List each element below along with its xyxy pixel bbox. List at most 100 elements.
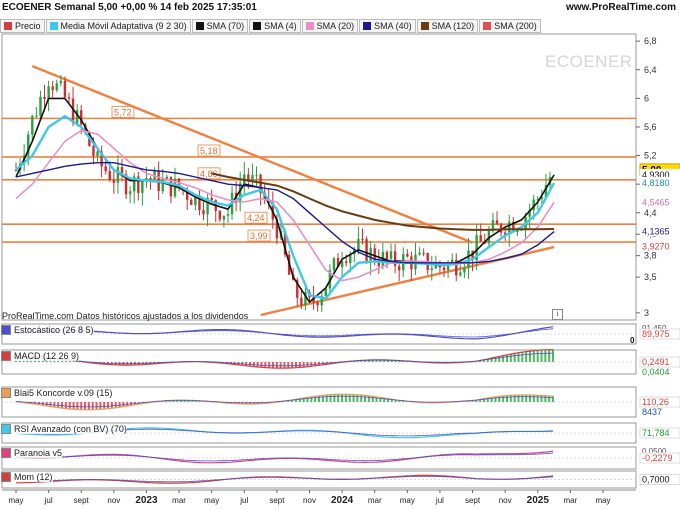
indicator-bar: [95, 402, 98, 410]
indicator-bar: [509, 354, 512, 362]
indicator-swatch: [1, 388, 11, 398]
indicator-bar: [337, 394, 340, 402]
indicator-label[interactable]: Blai5 Koncorde v.09 (15): [1, 388, 113, 398]
indicator-label[interactable]: MACD (12 26 9): [1, 351, 80, 361]
price-tag: 4,1365: [642, 227, 670, 237]
candle-body: [92, 146, 95, 156]
indicator-swatch: [1, 472, 11, 482]
indicator-bar: [344, 394, 347, 402]
indicator-bar: [57, 402, 60, 408]
candle-body: [332, 258, 336, 271]
level-label: 5,18: [200, 146, 218, 156]
indicator-bar: [528, 395, 531, 402]
indicator-bar: [314, 396, 317, 402]
indicator-name: Blai5 Koncorde v.09 (15): [14, 388, 113, 398]
indicator-bar: [271, 362, 274, 368]
candle-body: [422, 252, 425, 254]
indicator-bar: [333, 394, 336, 402]
indicator-bar: [325, 394, 328, 402]
price-tick-label: 5,6: [644, 122, 657, 132]
indicator-bar: [291, 362, 294, 368]
candle-body: [226, 214, 230, 216]
candle-body: [463, 267, 466, 273]
indicator-bar: [525, 351, 528, 362]
indicator-swatch: [1, 424, 11, 434]
indicator-bar: [502, 395, 505, 402]
indicator-bar: [110, 402, 113, 409]
indicator-bar: [532, 350, 535, 362]
indicator-label[interactable]: Paranoia v5: [1, 448, 63, 458]
indicator-bar: [367, 395, 370, 402]
candle-body: [31, 115, 34, 135]
indicator-label[interactable]: Mom (12): [1, 472, 53, 482]
candle-body: [344, 261, 348, 263]
indicator-bar: [502, 355, 505, 362]
candle-body: [385, 251, 389, 259]
price-tag: 4,8180: [642, 178, 670, 188]
indicator-bar: [295, 362, 298, 368]
indicator-bar: [521, 394, 524, 402]
candle-body: [67, 97, 71, 99]
indicator-bar: [61, 402, 64, 409]
candle-body: [35, 115, 38, 117]
indicator-name: Estocástico (26 8 5): [14, 325, 94, 335]
candle-body: [418, 252, 421, 255]
time-tick-label: jul: [44, 496, 53, 505]
candle-body: [202, 210, 205, 215]
price-tag: 4,5465: [642, 197, 670, 207]
moving-average-line: [15, 114, 556, 300]
time-tick-label: mar: [368, 496, 382, 505]
indicator-bar: [548, 349, 551, 362]
indicator-bar: [352, 394, 355, 402]
indicator-bar: [256, 362, 259, 367]
indicator-bar: [371, 396, 374, 402]
indicator-swatch: [1, 325, 11, 335]
candle-body: [39, 96, 42, 116]
indicator-bar: [114, 402, 117, 408]
indicator-bar: [552, 349, 554, 362]
indicator-tag: 0,2491: [642, 357, 670, 367]
indicator-bar: [544, 349, 547, 362]
time-tick-label: jul: [435, 496, 444, 505]
indicator-zero: 0: [630, 336, 635, 345]
time-tick-label: sept: [74, 496, 90, 505]
indicator-bar: [68, 402, 71, 409]
candle-body: [361, 238, 364, 240]
indicator-bar: [517, 394, 520, 402]
indicator-bar: [298, 362, 301, 368]
indicator-bar: [552, 396, 554, 402]
indicator-label[interactable]: Estocástico (26 8 5): [1, 325, 94, 335]
indicator-bar: [268, 362, 271, 368]
indicator-label[interactable]: RSI Avanzado (con BV) (70): [1, 424, 127, 434]
info-icon[interactable]: i: [552, 309, 563, 320]
candle-body: [108, 171, 111, 181]
candle-body: [222, 215, 226, 220]
indicator-swatch: [1, 448, 11, 458]
indicator-bar: [360, 395, 363, 402]
candle-body: [116, 167, 120, 183]
time-tick-label: mar: [172, 496, 186, 505]
moving-average-line: [15, 97, 555, 304]
indicator-bar: [318, 395, 321, 402]
indicator-bar: [540, 395, 543, 402]
candle-body: [365, 239, 368, 263]
indicator-bar: [525, 394, 528, 402]
indicator-bar: [264, 362, 267, 368]
indicator-bar: [505, 395, 508, 402]
candle-body: [389, 251, 393, 259]
candle-body: [59, 80, 63, 84]
time-tick-label: may: [400, 496, 415, 505]
level-label: 5,72: [114, 107, 132, 117]
indicator-bar: [536, 350, 539, 362]
level-label: 3,99: [250, 231, 268, 241]
indicator-tag: 110,26: [642, 397, 669, 407]
indicator-bar: [341, 394, 344, 402]
time-tick-label: 2023: [135, 495, 158, 506]
time-tick-label: may: [8, 496, 23, 505]
candle-body: [495, 220, 499, 225]
candle-body: [442, 267, 446, 271]
indicator-bar: [275, 362, 278, 369]
time-tick-label: nov: [499, 496, 512, 505]
candle-body: [112, 180, 116, 183]
candle-body: [430, 268, 433, 271]
